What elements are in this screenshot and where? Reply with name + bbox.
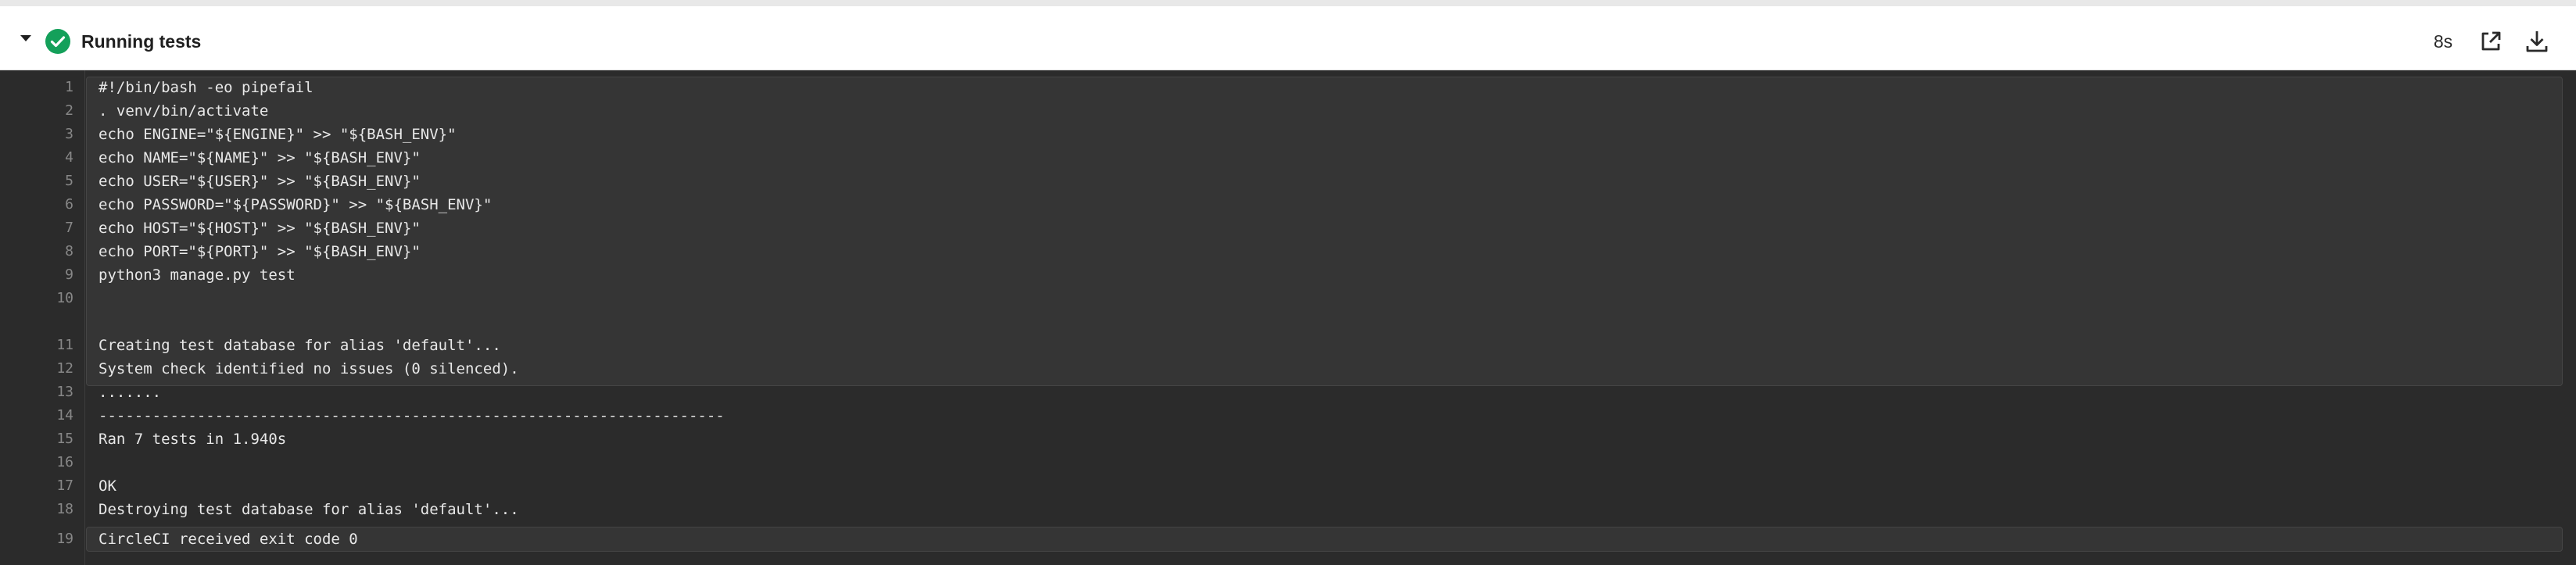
- log-line: 17 OK: [0, 474, 2576, 498]
- line-number: 14: [56, 407, 73, 424]
- line-number: 10: [56, 290, 73, 306]
- top-strip: [0, 0, 2576, 6]
- line-text: .......: [99, 384, 162, 401]
- line-number: 12: [56, 360, 73, 377]
- log-line: 3 echo ENGINE="${ENGINE}" >> "${BASH_ENV}…: [0, 123, 2576, 146]
- log-line: 15 Ran 7 tests in 1.940s: [0, 427, 2576, 451]
- log-line: 11 Creating test database for alias 'defa…: [0, 334, 2576, 357]
- line-text: echo PASSWORD="${PASSWORD}" >> "${BASH_E…: [99, 196, 493, 213]
- line-number: 3: [65, 126, 73, 142]
- line-number: 18: [56, 501, 73, 517]
- log-line: 1 #!/bin/bash -eo pipefail: [0, 76, 2576, 99]
- line-text: echo HOST="${HOST}" >> "${BASH_ENV}": [99, 220, 421, 237]
- log-line: 10: [0, 287, 2576, 310]
- line-number: 17: [56, 477, 73, 494]
- log-line: 13.......: [0, 381, 2576, 404]
- log-line: 14 --------------------------------------…: [0, 404, 2576, 427]
- line-text: echo USER="${USER}" >> "${BASH_ENV}": [99, 173, 421, 190]
- log-line: 4 echo NAME="${NAME}" >> "${BASH_ENV}": [0, 146, 2576, 170]
- download-icon[interactable]: [2523, 27, 2551, 55]
- line-number: 9: [65, 266, 73, 283]
- line-number: 7: [65, 220, 73, 236]
- log-line: 8 echo PORT="${PORT}" >> "${BASH_ENV}": [0, 240, 2576, 263]
- line-text: . venv/bin/activate: [99, 102, 269, 120]
- step-title: Running tests: [81, 31, 202, 52]
- line-number: 15: [56, 431, 73, 447]
- line-text: echo PORT="${PORT}" >> "${BASH_ENV}": [99, 243, 421, 260]
- line-text: Creating test database for alias 'defaul…: [99, 337, 501, 354]
- line-number: 13: [56, 384, 73, 400]
- log-line: 16: [0, 451, 2576, 474]
- log-line: 9 python3 manage.py test: [0, 263, 2576, 287]
- line-number: 4: [65, 149, 73, 166]
- line-text: OK: [99, 477, 116, 495]
- step-header[interactable]: Running tests 8s: [0, 6, 2576, 70]
- line-number: 16: [56, 454, 73, 470]
- line-number: 6: [65, 196, 73, 213]
- log-line: 2 . venv/bin/activate: [0, 99, 2576, 123]
- line-text: echo ENGINE="${ENGINE}" >> "${BASH_ENV}": [99, 126, 457, 143]
- line-number: 2: [65, 102, 73, 119]
- check-circle-icon: [45, 29, 70, 54]
- line-number: 8: [65, 243, 73, 259]
- line-number: 19: [56, 531, 73, 547]
- line-number: 11: [56, 337, 73, 353]
- log-line: 7 echo HOST="${HOST}" >> "${BASH_ENV}": [0, 216, 2576, 240]
- line-number: 5: [65, 173, 73, 189]
- line-text: System check identified no issues (0 sil…: [99, 360, 519, 377]
- line-text: Destroying test database for alias 'defa…: [99, 501, 519, 518]
- line-text: Ran 7 tests in 1.940s: [99, 431, 287, 448]
- line-text: echo NAME="${NAME}" >> "${BASH_ENV}": [99, 149, 421, 166]
- line-text: CircleCI received exit code 0: [99, 531, 358, 548]
- log-line: 5 echo USER="${USER}" >> "${BASH_ENV}": [0, 170, 2576, 193]
- log-output[interactable]: 1 #!/bin/bash -eo pipefail 2 . venv/bin/act…: [0, 70, 2576, 565]
- line-number: 1: [65, 79, 73, 95]
- line-text: ----------------------------------------…: [99, 407, 725, 424]
- line-text: python3 manage.py test: [99, 266, 296, 284]
- step-duration: 8s: [2433, 31, 2453, 52]
- log-line: 18 Destroying test database for alias 'de…: [0, 498, 2576, 521]
- log-line: 6 echo PASSWORD="${PASSWORD}" >> "${BASH_…: [0, 193, 2576, 216]
- log-line: 12 System check identified no issues (0 s…: [0, 357, 2576, 381]
- log-line: 19 CircleCI received exit code 0: [0, 527, 2576, 551]
- line-text: #!/bin/bash -eo pipefail: [99, 79, 313, 96]
- open-external-icon[interactable]: [2477, 27, 2505, 55]
- chevron-down-icon[interactable]: [19, 32, 33, 45]
